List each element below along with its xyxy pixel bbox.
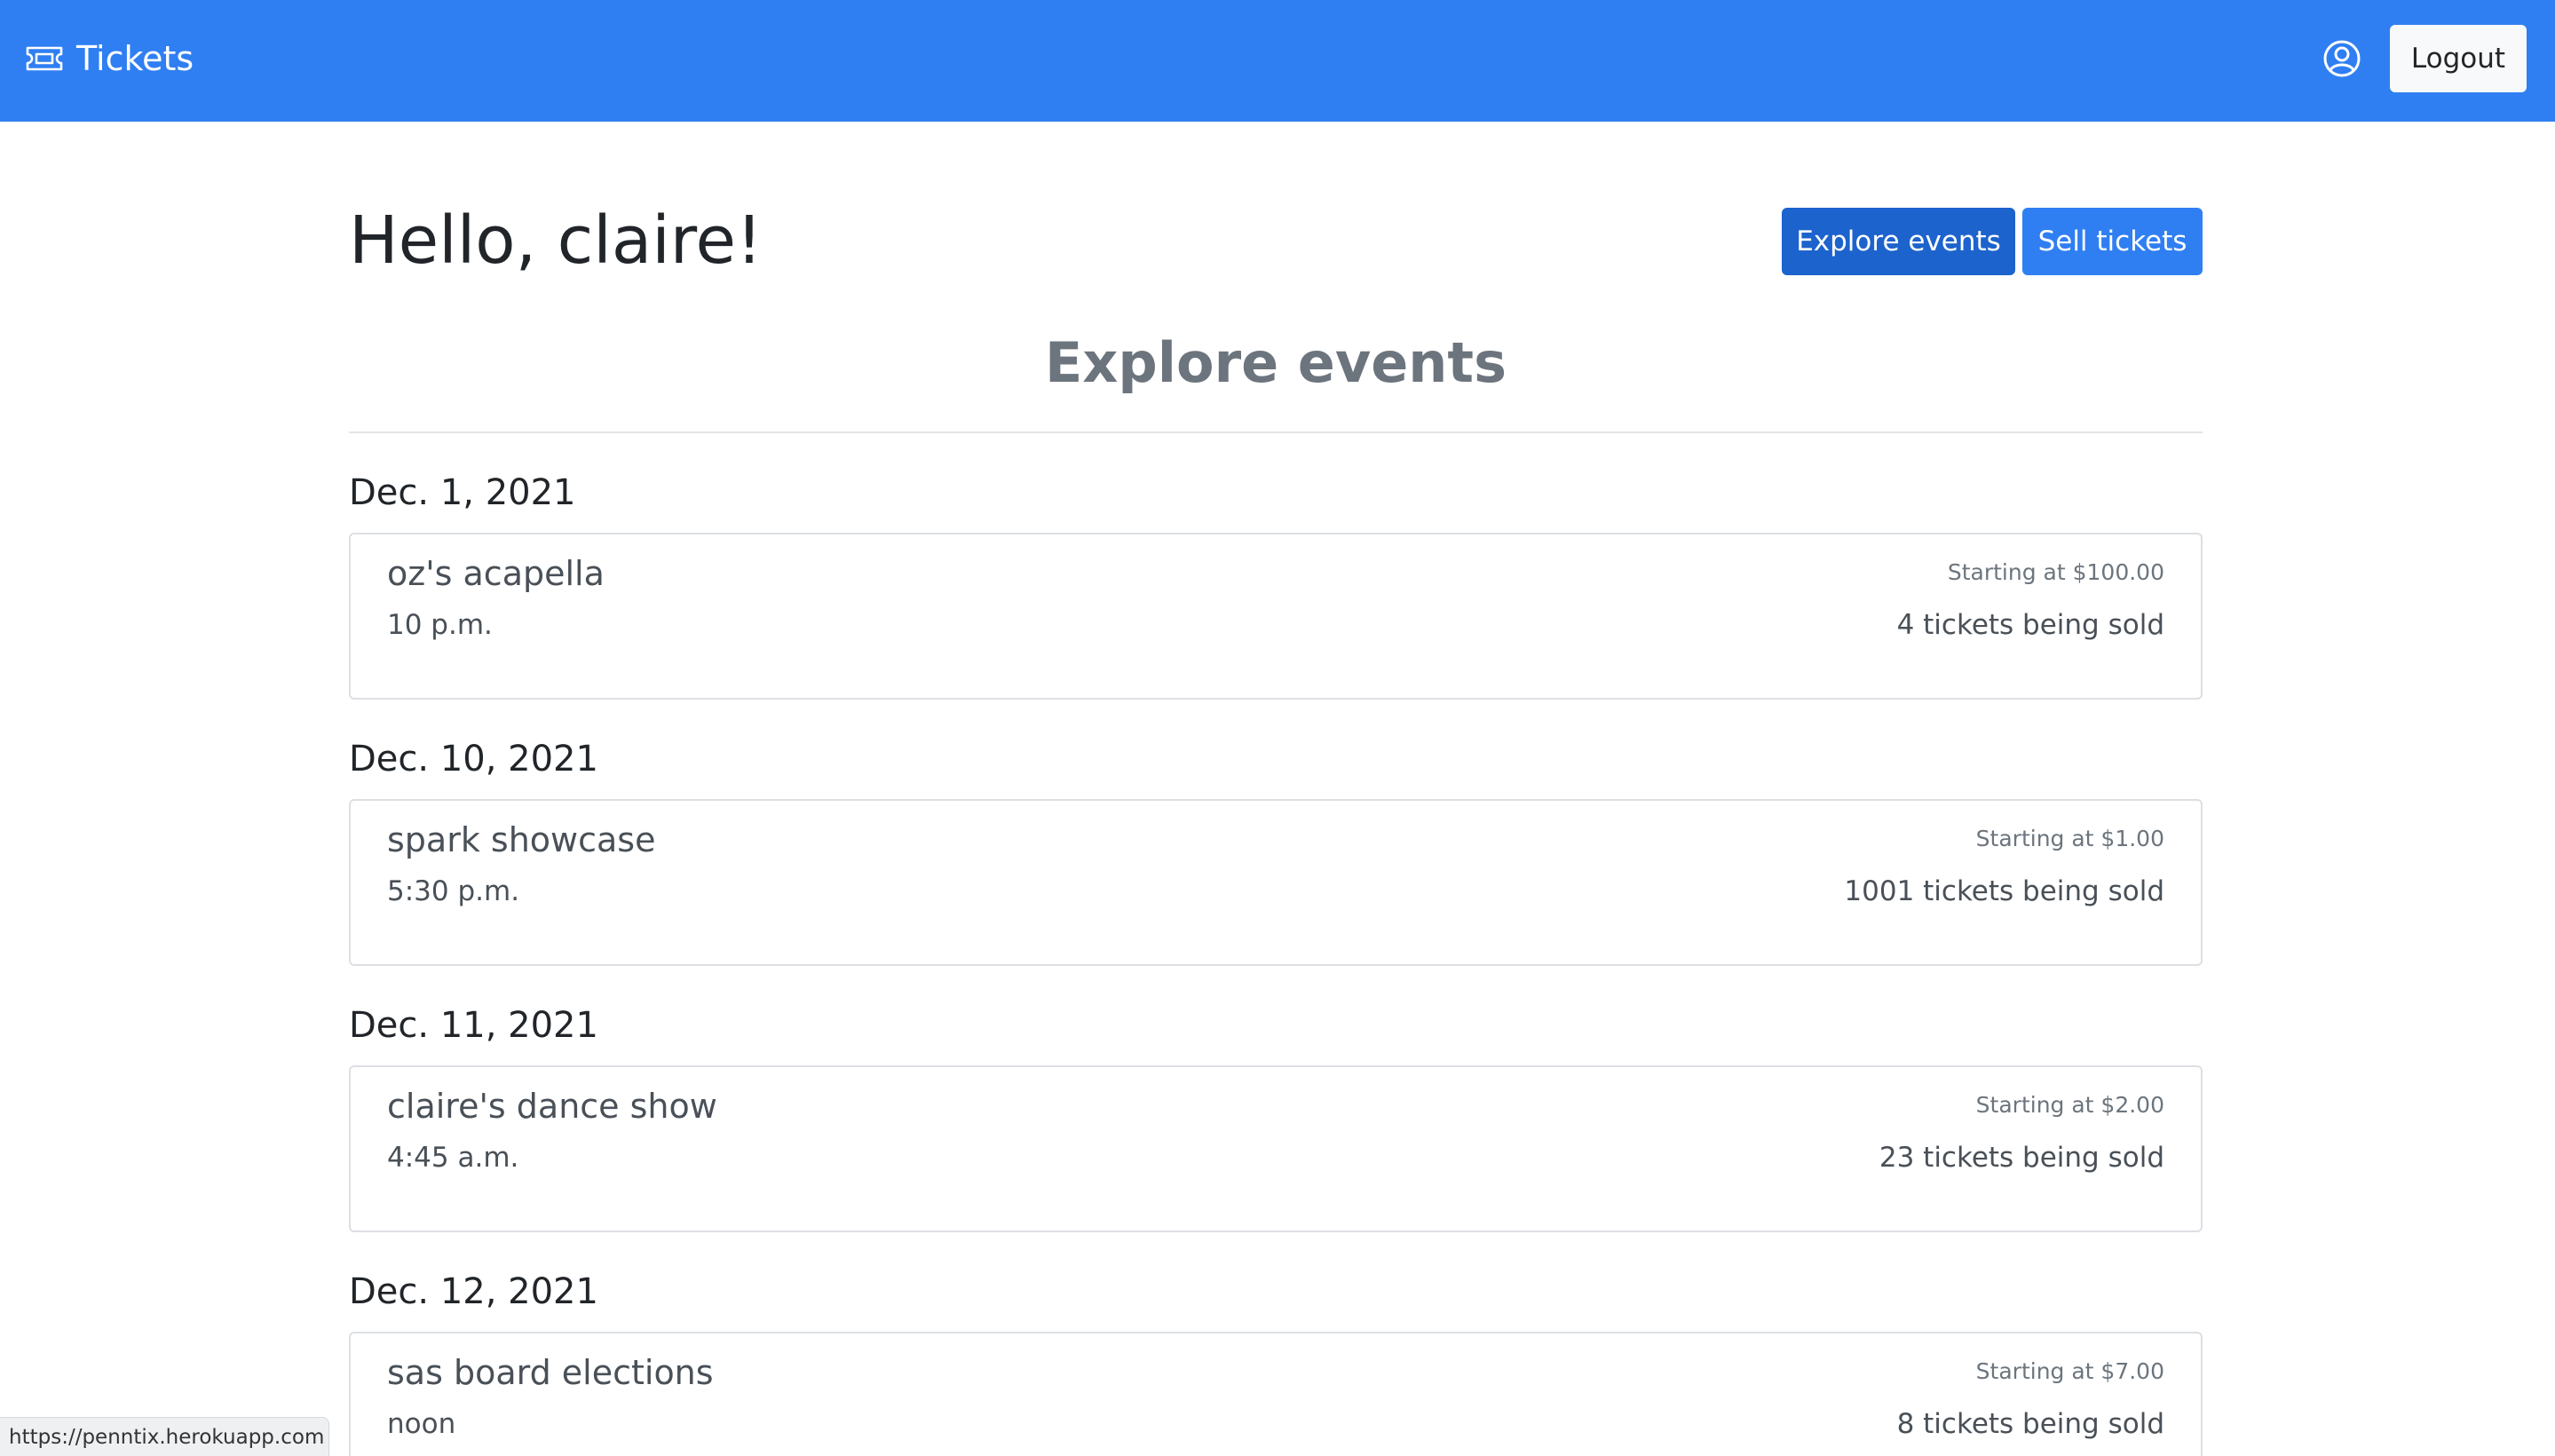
event-price: Starting at $1.00 [1975, 826, 2164, 851]
event-ticket-count: 8 tickets being sold [1896, 1408, 2164, 1440]
event-time: 10 p.m. [387, 609, 493, 641]
event-ticket-count: 4 tickets being sold [1896, 609, 2164, 641]
event-time: 5:30 p.m. [387, 875, 520, 907]
sell-tickets-button[interactable]: Sell tickets [2022, 208, 2203, 275]
navbar: Tickets Logout [0, 0, 2555, 122]
event-date-heading: Dec. 10, 2021 [349, 739, 598, 779]
status-bar-url: https://penntix.herokuapp.com [0, 1417, 329, 1456]
event-time: noon [387, 1408, 456, 1440]
event-card[interactable]: sas board elections noon Starting at $7.… [349, 1332, 2203, 1456]
event-name: claire's dance show [387, 1087, 717, 1126]
page-title: Hello, claire! [349, 202, 763, 279]
event-date-heading: Dec. 12, 2021 [349, 1271, 598, 1312]
event-price: Starting at $100.00 [1947, 559, 2164, 585]
event-time: 4:45 a.m. [387, 1142, 519, 1174]
event-card[interactable]: claire's dance show 4:45 a.m. Starting a… [349, 1065, 2203, 1232]
section-title: Explore events [1045, 330, 1507, 395]
user-circle-icon[interactable] [2322, 39, 2361, 78]
divider [349, 431, 2203, 433]
event-name: sas board elections [387, 1353, 714, 1392]
brand-label: Tickets [76, 39, 194, 78]
event-date-heading: Dec. 11, 2021 [349, 1005, 598, 1046]
event-ticket-count: 1001 tickets being sold [1844, 875, 2164, 907]
event-name: spark showcase [387, 820, 656, 859]
event-name: oz's acapella [387, 554, 605, 593]
event-card[interactable]: spark showcase 5:30 p.m. Starting at $1.… [349, 799, 2203, 966]
explore-events-button[interactable]: Explore events [1782, 208, 2015, 275]
event-price: Starting at $2.00 [1975, 1092, 2164, 1118]
event-ticket-count: 23 tickets being sold [1879, 1142, 2164, 1174]
event-date-heading: Dec. 1, 2021 [349, 472, 576, 513]
event-card[interactable]: oz's acapella 10 p.m. Starting at $100.0… [349, 533, 2203, 700]
ticket-icon [25, 45, 64, 72]
brand-link[interactable]: Tickets [25, 32, 194, 85]
event-price: Starting at $7.00 [1975, 1358, 2164, 1384]
logout-button[interactable]: Logout [2390, 25, 2527, 92]
